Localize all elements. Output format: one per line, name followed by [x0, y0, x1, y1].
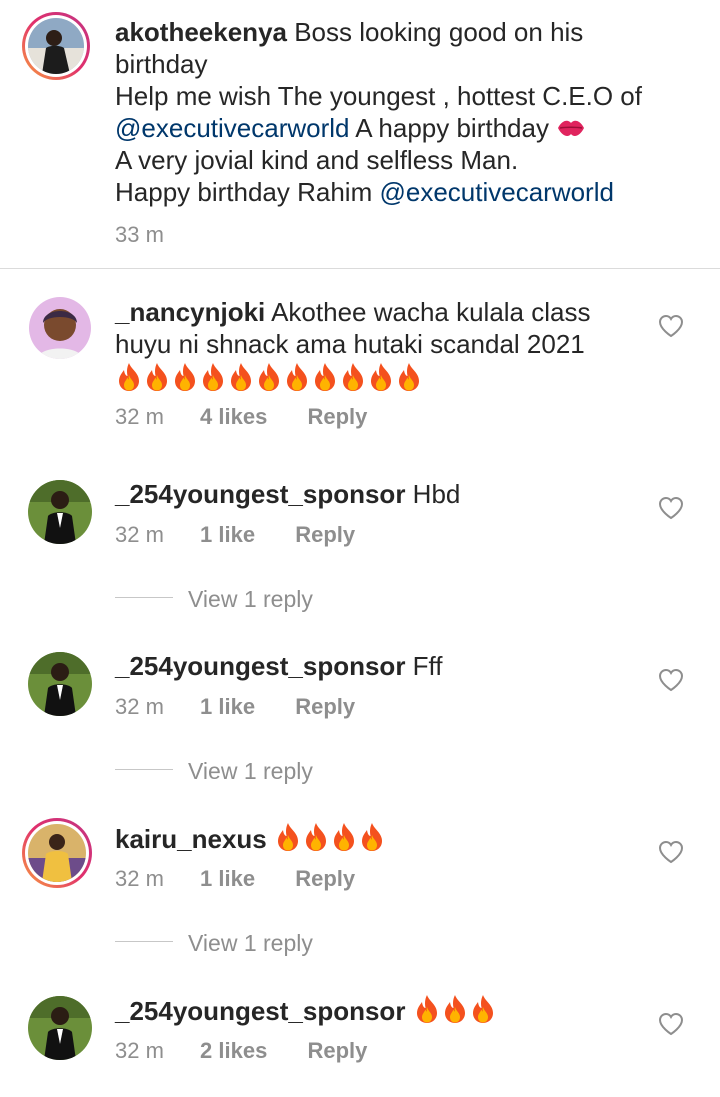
fire-emoji-icon: [367, 362, 395, 392]
comment-3: _254youngest_sponsor Fff: [115, 650, 443, 682]
caption-text-line2: birthday: [115, 49, 208, 79]
heart-outline-icon[interactable]: [658, 496, 684, 520]
fire-emoji-icon: [413, 994, 441, 1024]
caption-text-line5: A very jovial kind and selfless Man.: [115, 145, 519, 175]
comment-text: Fff: [412, 651, 443, 681]
fire-emoji-icon: [441, 994, 469, 1024]
comment-timestamp: 32 m: [115, 694, 164, 719]
likes-count[interactable]: 1 like: [200, 694, 255, 719]
avatar-nancynjoki[interactable]: [29, 297, 91, 359]
reply-button[interactable]: Reply: [295, 866, 355, 891]
comment-text: Hbd: [412, 479, 461, 509]
fire-emoji-row: [413, 996, 497, 1026]
caption-text-line3: Help me wish The youngest , hottest C.E.…: [115, 81, 642, 111]
profile-photo: [28, 824, 86, 882]
caption-username[interactable]: akotheekenya: [115, 17, 287, 47]
comment-meta: 32 m 1 like Reply: [115, 694, 355, 720]
comment-meta: 32 m 1 like Reply: [115, 866, 355, 892]
reply-button[interactable]: Reply: [295, 522, 355, 547]
comment-meta: 32 m 4 likes Reply: [115, 404, 367, 430]
avatar-kairu-nexus[interactable]: [22, 818, 92, 888]
fire-emoji-icon: [395, 362, 423, 392]
profile-photo: [28, 18, 84, 74]
fire-emoji-icon: [339, 362, 367, 392]
view-replies-button[interactable]: View 1 reply: [188, 930, 313, 957]
profile-photo: [28, 480, 92, 544]
view-replies-line: [115, 597, 173, 598]
fire-emoji-icon: [115, 362, 143, 392]
heart-outline-icon[interactable]: [658, 314, 684, 338]
comment-text-line1: Akothee wacha kulala class: [271, 297, 591, 327]
comment-username[interactable]: _254youngest_sponsor: [115, 651, 405, 681]
reply-button[interactable]: Reply: [295, 694, 355, 719]
reply-button[interactable]: Reply: [307, 404, 367, 429]
kiss-mark-icon: [556, 116, 586, 140]
comment-meta: 32 m 2 likes Reply: [115, 1038, 367, 1064]
avatar-akotheekenya[interactable]: [22, 12, 90, 80]
heart-outline-icon[interactable]: [658, 668, 684, 692]
fire-emoji-icon: [171, 362, 199, 392]
heart-outline-icon[interactable]: [658, 1012, 684, 1036]
view-replies-line: [115, 769, 173, 770]
caption-text-line1: Boss looking good on his: [294, 17, 584, 47]
comment-timestamp: 32 m: [115, 522, 164, 547]
comment-timestamp: 32 m: [115, 866, 164, 891]
caption-text-line6: Happy birthday Rahim: [115, 177, 380, 207]
profile-photo: [29, 297, 91, 359]
view-replies-button[interactable]: View 1 reply: [188, 586, 313, 613]
comment-4: kairu_nexus: [115, 822, 386, 855]
avatar-254youngest-sponsor[interactable]: [28, 996, 92, 1060]
comment-timestamp: 32 m: [115, 404, 164, 429]
view-replies-line: [115, 941, 173, 942]
fire-emoji-icon: [274, 822, 302, 852]
profile-photo: [28, 996, 92, 1060]
heart-outline-icon[interactable]: [658, 840, 684, 864]
comment-1: _nancynjoki Akothee wacha kulala class h…: [115, 296, 590, 396]
reply-button[interactable]: Reply: [307, 1038, 367, 1063]
caption-divider: [0, 268, 720, 269]
comment-text-line2: huyu ni shnack ama hutaki scandal 2021: [115, 329, 585, 359]
likes-count[interactable]: 4 likes: [200, 404, 267, 429]
comment-username[interactable]: _nancynjoki: [115, 297, 265, 327]
comment-username[interactable]: _254youngest_sponsor: [115, 479, 405, 509]
fire-emoji-icon: [469, 994, 497, 1024]
fire-emoji-icon: [143, 362, 171, 392]
comment-username[interactable]: kairu_nexus: [115, 824, 267, 854]
comment-username[interactable]: _254youngest_sponsor: [115, 996, 405, 1026]
fire-emoji-icon: [311, 362, 339, 392]
view-replies-button[interactable]: View 1 reply: [188, 758, 313, 785]
likes-count[interactable]: 1 like: [200, 522, 255, 547]
fire-emoji-row: [115, 362, 590, 396]
fire-emoji-icon: [227, 362, 255, 392]
fire-emoji-icon: [302, 822, 330, 852]
caption-timestamp: 33 m: [115, 222, 164, 247]
avatar-254youngest-sponsor[interactable]: [28, 652, 92, 716]
comment-2: _254youngest_sponsor Hbd: [115, 478, 460, 510]
fire-emoji-icon: [199, 362, 227, 392]
fire-emoji-icon: [283, 362, 311, 392]
fire-emoji-icon: [330, 822, 358, 852]
comment-timestamp: 32 m: [115, 1038, 164, 1063]
caption-text-line4: A happy birthday: [349, 113, 549, 143]
fire-emoji-row: [274, 824, 386, 854]
mention-executivecarworld-2[interactable]: @executivecarworld: [379, 177, 613, 207]
comment-meta: 32 m 1 like Reply: [115, 522, 355, 548]
fire-emoji-icon: [358, 822, 386, 852]
profile-photo: [28, 652, 92, 716]
likes-count[interactable]: 1 like: [200, 866, 255, 891]
mention-executivecarworld[interactable]: @executivecarworld: [115, 113, 349, 143]
caption-block: akotheekenya Boss looking good on his bi…: [115, 16, 642, 208]
comment-5: _254youngest_sponsor: [115, 994, 497, 1027]
avatar-254youngest-sponsor[interactable]: [28, 480, 92, 544]
fire-emoji-icon: [255, 362, 283, 392]
likes-count[interactable]: 2 likes: [200, 1038, 267, 1063]
